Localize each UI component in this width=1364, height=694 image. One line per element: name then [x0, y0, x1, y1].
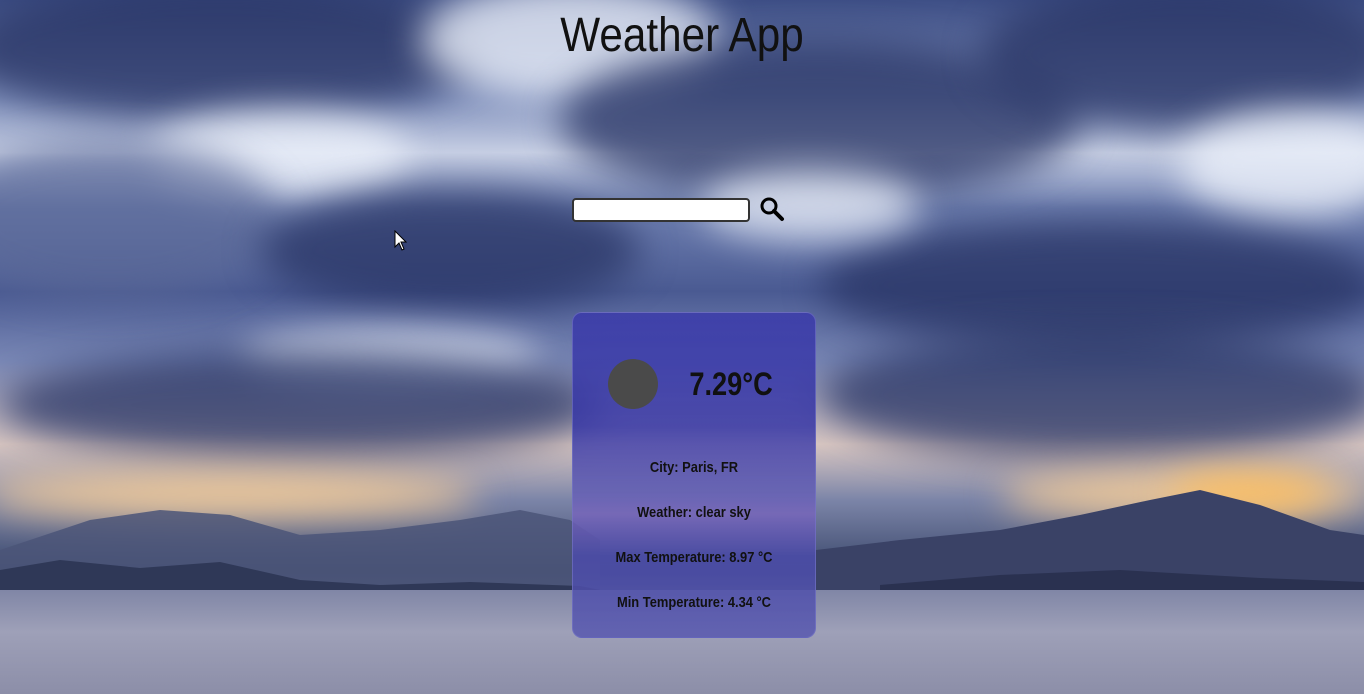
search-bar [572, 196, 786, 224]
search-icon [760, 197, 784, 221]
page-background: Weather App 7.29°C City: Paris, FR Weath… [0, 0, 1364, 694]
mouse-cursor-icon [394, 230, 408, 251]
weather-condition-icon [607, 359, 658, 409]
city-label: City: Paris, FR [649, 459, 739, 476]
weather-summary: 7.29°C [573, 359, 815, 409]
min-temperature-label: Min Temperature: 4.34 °C [616, 594, 772, 611]
current-temperature: 7.29°C [689, 365, 773, 402]
cloud [0, 350, 600, 460]
weather-card: 7.29°C City: Paris, FR Weather: clear sk… [572, 312, 816, 638]
weather-condition-label: Weather: clear sky [637, 504, 751, 521]
search-input[interactable] [572, 198, 750, 222]
page-title: Weather App [560, 9, 804, 62]
cloud [820, 330, 1364, 460]
max-temperature-label: Max Temperature: 8.97 °C [615, 549, 773, 566]
search-button[interactable] [758, 196, 786, 224]
